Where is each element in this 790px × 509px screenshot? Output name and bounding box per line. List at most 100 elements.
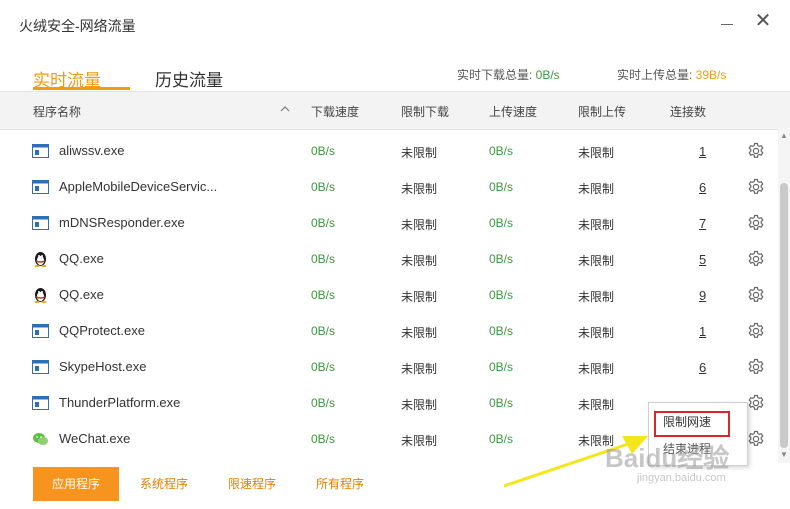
download-limit: 未限制: [401, 398, 438, 412]
upload-total: 实时上传总量: 39B/s: [617, 66, 726, 83]
app-window-icon: [32, 395, 49, 411]
upload-limit: 未限制: [578, 254, 615, 268]
gear-icon[interactable]: [747, 358, 765, 376]
filter-system-button[interactable]: 系统程序: [127, 467, 201, 501]
gear-icon[interactable]: [747, 142, 765, 160]
upload-limit: 未限制: [578, 146, 615, 160]
download-limit: 未限制: [401, 146, 438, 160]
upload-speed: 0B/s: [489, 324, 514, 338]
table-row[interactable]: AppleMobileDeviceServic... 0B/s 未限制 0B/s 未限制…: [0, 169, 778, 205]
title-bar: 火绒安全-网络流量 ✕: [0, 0, 790, 48]
wechat-icon: [32, 431, 49, 447]
upload-limit: 未限制: [578, 218, 615, 232]
filter-limited-button[interactable]: 限速程序: [215, 467, 289, 501]
context-menu: 限制网速 结束进程: [648, 402, 748, 466]
column-header-upload-speed[interactable]: 上传速度: [489, 103, 537, 120]
process-name: WeChat.exe: [59, 431, 131, 446]
connection-count-link[interactable]: 6: [699, 180, 706, 195]
column-header-connections[interactable]: 连接数: [670, 103, 706, 120]
gear-icon[interactable]: [747, 430, 765, 448]
connection-count-link[interactable]: 1: [699, 144, 706, 159]
table-row[interactable]: mDNSResponder.exe 0B/s 未限制 0B/s 未限制 7: [0, 205, 778, 241]
gear-icon[interactable]: [747, 286, 765, 304]
tab-history-traffic[interactable]: 历史流量: [155, 66, 223, 91]
filter-all-button[interactable]: 所有程序: [303, 467, 377, 501]
upload-speed: 0B/s: [489, 288, 514, 302]
upload-speed: 0B/s: [489, 144, 514, 158]
qq-penguin-icon: [32, 251, 49, 267]
download-limit: 未限制: [401, 218, 438, 232]
menu-item-end-process-label: 结束进程: [663, 442, 712, 456]
connection-count-link[interactable]: 1: [699, 324, 706, 339]
gear-icon[interactable]: [747, 214, 765, 232]
upload-speed: 0B/s: [489, 216, 514, 230]
table-row[interactable]: aliwssv.exe 0B/s 未限制 0B/s 未限制 1: [0, 133, 778, 169]
download-speed: 0B/s: [311, 144, 336, 158]
download-speed: 0B/s: [311, 288, 336, 302]
column-header-download-limit[interactable]: 限制下载: [401, 103, 449, 120]
download-limit: 未限制: [401, 326, 438, 340]
connection-count-link[interactable]: 7: [699, 216, 706, 231]
process-name: SkypeHost.exe: [59, 359, 147, 374]
gear-icon[interactable]: [747, 250, 765, 268]
gear-icon[interactable]: [747, 394, 765, 412]
menu-item-limit-speed-label: 限制网速: [663, 415, 712, 429]
sort-ascending-icon[interactable]: [280, 104, 290, 114]
download-speed: 0B/s: [311, 396, 336, 410]
upload-total-label: 实时上传总量:: [617, 68, 696, 82]
close-icon[interactable]: ✕: [752, 10, 774, 32]
vertical-scrollbar[interactable]: ▲ ▼: [778, 128, 790, 463]
active-tab-underline: [33, 87, 130, 90]
table-row[interactable]: SkypeHost.exe 0B/s 未限制 0B/s 未限制 6: [0, 349, 778, 385]
download-total-value: 0B/s: [535, 68, 560, 82]
upload-speed: 0B/s: [489, 432, 514, 446]
app-window-icon: [32, 323, 49, 339]
scroll-up-arrow-icon[interactable]: ▲: [780, 132, 788, 140]
process-name: ThunderPlatform.exe: [59, 395, 181, 410]
download-limit: 未限制: [401, 254, 438, 268]
filter-apps-button[interactable]: 应用程序: [33, 467, 119, 501]
download-limit: 未限制: [401, 362, 438, 376]
scroll-down-arrow-icon[interactable]: ▼: [780, 451, 788, 459]
download-speed: 0B/s: [311, 360, 336, 374]
gear-icon[interactable]: [747, 178, 765, 196]
table-row[interactable]: QQProtect.exe 0B/s 未限制 0B/s 未限制 1: [0, 313, 778, 349]
process-name: QQProtect.exe: [59, 323, 145, 338]
download-speed: 0B/s: [311, 180, 336, 194]
app-window-icon: [32, 215, 49, 231]
table-row[interactable]: QQ.exe 0B/s 未限制 0B/s 未限制 9: [0, 277, 778, 313]
menu-item-limit-speed[interactable]: 限制网速: [649, 409, 747, 437]
column-header-name[interactable]: 程序名称: [33, 103, 81, 120]
process-name: mDNSResponder.exe: [59, 215, 185, 230]
upload-limit: 未限制: [578, 434, 615, 448]
app-window-icon: [32, 179, 49, 195]
connection-count-link[interactable]: 5: [699, 252, 706, 267]
qq-penguin-icon: [32, 287, 49, 303]
gear-icon[interactable]: [747, 322, 765, 340]
download-speed: 0B/s: [311, 432, 336, 446]
download-speed: 0B/s: [311, 216, 336, 230]
upload-limit: 未限制: [578, 182, 615, 196]
upload-speed: 0B/s: [489, 396, 514, 410]
download-total: 实时下载总量: 0B/s: [457, 66, 560, 83]
column-header-download-speed[interactable]: 下载速度: [311, 103, 359, 120]
column-header-upload-limit[interactable]: 限制上传: [578, 103, 626, 120]
connection-count-link[interactable]: 9: [699, 288, 706, 303]
table-row[interactable]: QQ.exe 0B/s 未限制 0B/s 未限制 5: [0, 241, 778, 277]
upload-limit: 未限制: [578, 398, 615, 412]
menu-item-end-process[interactable]: 结束进程: [649, 436, 747, 462]
download-speed: 0B/s: [311, 324, 336, 338]
upload-limit: 未限制: [578, 290, 615, 304]
download-limit: 未限制: [401, 182, 438, 196]
scroll-thumb[interactable]: [780, 183, 788, 448]
download-limit: 未限制: [401, 290, 438, 304]
process-name: aliwssv.exe: [59, 143, 125, 158]
filter-bar: 应用程序 系统程序 限速程序 所有程序: [0, 466, 790, 509]
app-window-icon: [32, 143, 49, 159]
app-window-icon: [32, 359, 49, 375]
download-speed: 0B/s: [311, 252, 336, 266]
connection-count-link[interactable]: 6: [699, 360, 706, 375]
upload-speed: 0B/s: [489, 360, 514, 374]
minimize-icon[interactable]: [716, 10, 738, 32]
process-name: AppleMobileDeviceServic...: [59, 179, 218, 194]
